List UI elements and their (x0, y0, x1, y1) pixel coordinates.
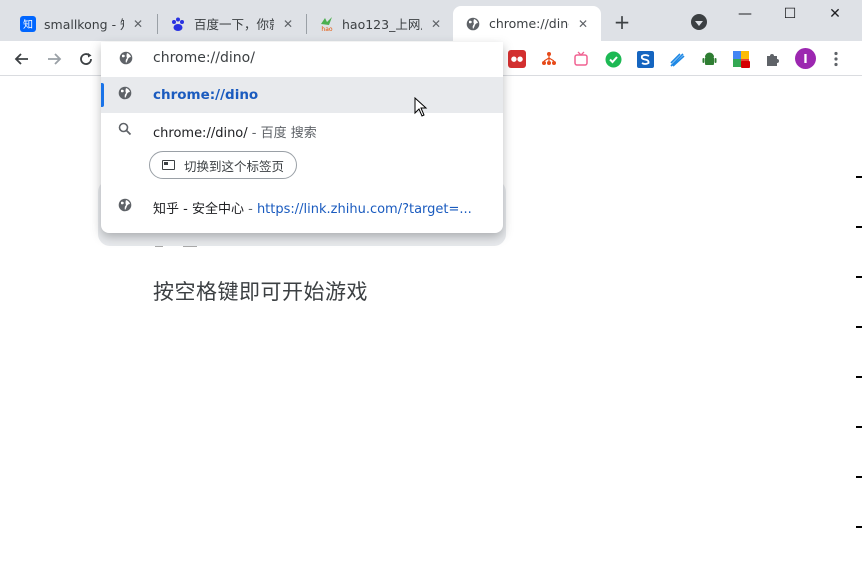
forward-arrow-icon[interactable] (42, 47, 66, 71)
tab-icon (162, 160, 175, 170)
minimize-button[interactable]: — (722, 0, 768, 28)
switch-tab-label: 切换到这个标签页 (184, 158, 285, 174)
edu-ext-icon[interactable]: ●● (508, 50, 526, 68)
start-game-instruction: 按空格键即可开始游戏 (153, 280, 368, 304)
separator: - (243, 201, 257, 217)
globe-icon (118, 86, 132, 104)
suggestion-search[interactable]: chrome://dino/ - 百度 搜索 (101, 113, 503, 149)
maximize-button[interactable]: ☐ (767, 0, 813, 28)
tab-title: smallkong - 知 (44, 17, 124, 32)
close-icon[interactable]: ✕ (280, 16, 296, 32)
hao123-icon: hao (318, 16, 334, 32)
mouse-cursor-icon (414, 96, 428, 121)
tab-zhihu[interactable]: 知 smallkong - 知 ✕ (8, 6, 156, 41)
close-icon[interactable]: ✕ (575, 16, 591, 32)
svg-text:知: 知 (23, 18, 33, 31)
tab-search-icon[interactable] (691, 14, 707, 30)
close-icon[interactable]: ✕ (428, 16, 444, 32)
tab-title: 百度一下，你就 (194, 17, 274, 32)
omnibox-text: chrome://dino/ (153, 50, 255, 66)
tab-title: chrome://dino (489, 16, 569, 31)
svg-text:I: I (803, 52, 807, 66)
pen-ext-icon[interactable] (668, 50, 686, 68)
multicolor-ext-icon[interactable] (732, 50, 750, 68)
new-tab-button[interactable]: + (611, 12, 633, 34)
omnibox-input[interactable]: chrome://dino/ (101, 42, 503, 75)
scrollbar-edge (856, 76, 862, 575)
baidu-paw-icon (170, 16, 186, 32)
suggestion-text: chrome://dino/ - 百度 搜索 (153, 122, 317, 141)
s-ext-icon[interactable] (636, 50, 654, 68)
tv-ext-icon[interactable] (572, 50, 590, 68)
network-ext-icon[interactable] (540, 50, 558, 68)
globe-icon (118, 198, 132, 216)
search-icon (118, 122, 132, 140)
avatar[interactable]: I (795, 48, 816, 69)
history-url: https://link.zhihu.com/?target=... (256, 201, 472, 217)
omnibox-dropdown: chrome://dino/ chrome://dino chrome://di… (101, 42, 503, 233)
android-ext-icon[interactable] (700, 50, 718, 68)
search-query: chrome://dino/ (153, 125, 248, 141)
history-title: 知乎 - 安全中心 (153, 201, 244, 217)
menu-kebab-icon[interactable] (834, 51, 838, 67)
tab-hao123[interactable]: hao hao123_上网从 ✕ (306, 6, 454, 41)
close-icon[interactable]: ✕ (130, 16, 146, 32)
suggestion-text: chrome://dino (153, 87, 259, 103)
reload-icon[interactable] (74, 47, 98, 71)
selection-indicator (101, 83, 104, 107)
svg-text:hao: hao (321, 26, 332, 32)
zhihu-icon: 知 (20, 15, 36, 32)
globe-icon (465, 16, 481, 32)
puzzle-icon[interactable] (764, 50, 782, 68)
tab-strip: 知 smallkong - 知 ✕ 百度一下，你就 ✕ hao hao123_上… (0, 0, 862, 41)
globe-icon (119, 51, 133, 69)
close-window-button[interactable]: ✕ (812, 0, 858, 28)
search-engine-suffix: - 百度 搜索 (247, 125, 317, 141)
suggestion-history[interactable]: 知乎 - 安全中心 - https://link.zhihu.com/?targ… (101, 189, 503, 225)
suggestion-text: 知乎 - 安全中心 - https://link.zhihu.com/?targ… (153, 198, 472, 217)
suggestion-navigate[interactable]: chrome://dino (101, 77, 503, 113)
checkmark-ext-icon[interactable] (604, 50, 622, 68)
tab-title: hao123_上网从 (342, 17, 422, 32)
tab-dino[interactable]: chrome://dino ✕ (453, 6, 601, 41)
tab-baidu[interactable]: 百度一下，你就 ✕ (158, 6, 306, 41)
back-arrow-icon[interactable] (10, 47, 34, 71)
switch-to-tab-button[interactable]: 切换到这个标签页 (149, 151, 298, 179)
